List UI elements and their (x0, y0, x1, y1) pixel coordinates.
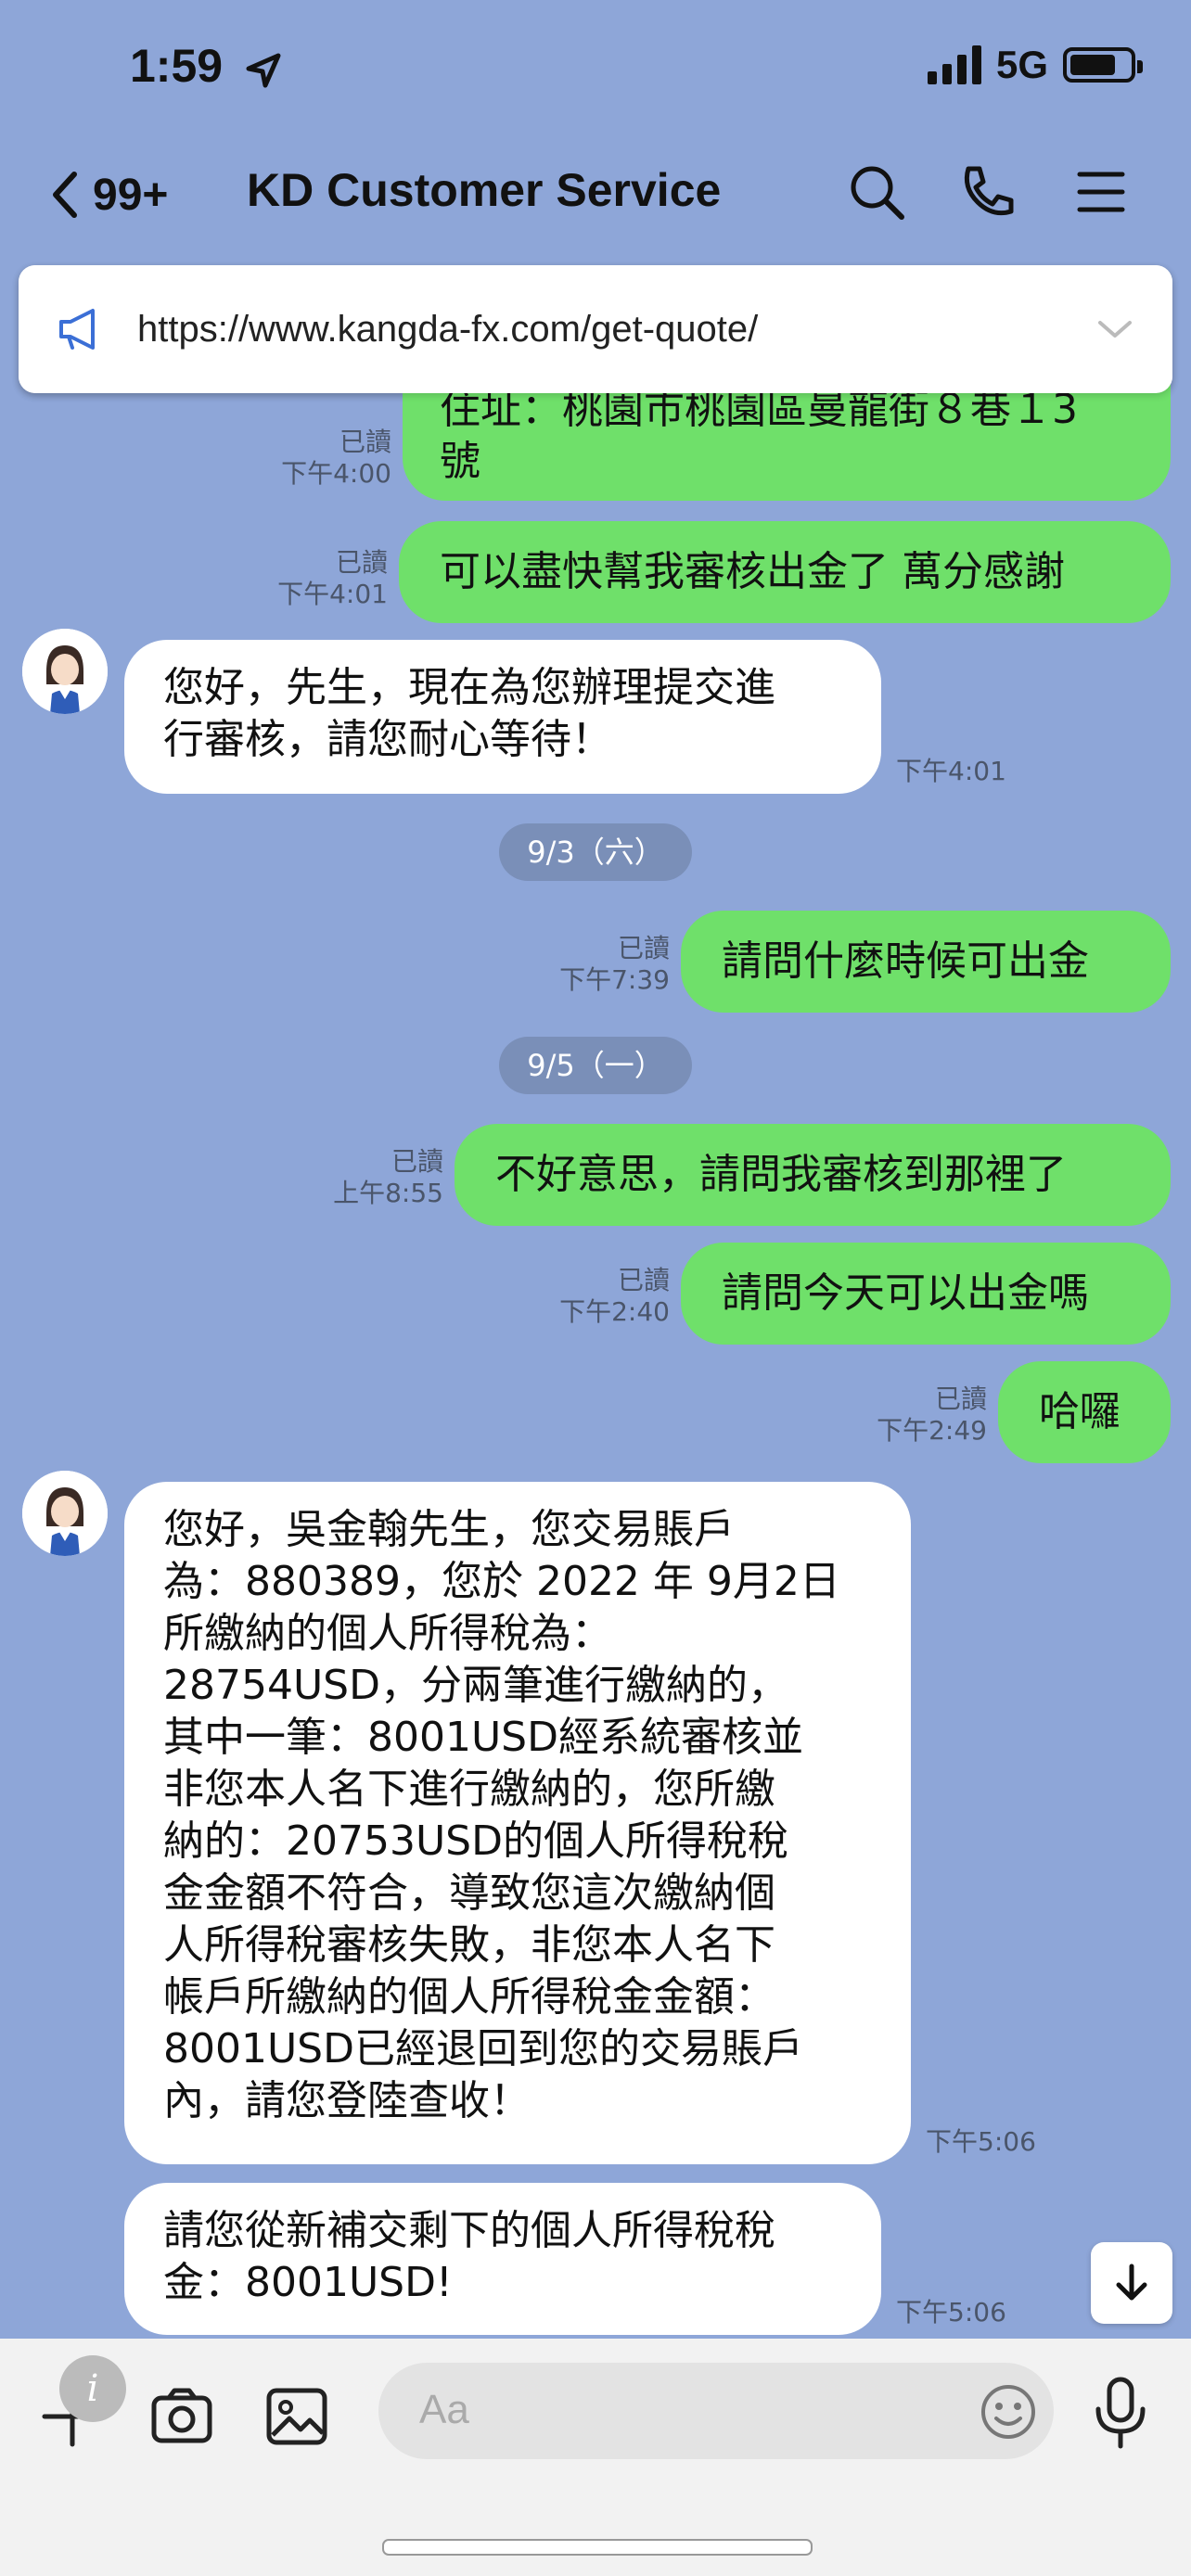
message-text: 哈囉 (1039, 1388, 1121, 1435)
phone-icon[interactable] (955, 159, 1020, 224)
message-meta: 已讀 下午4:01 (210, 547, 388, 610)
message-text: 納的：20753USD的個人所得稅稅 (163, 1817, 788, 1865)
message-input[interactable] (378, 2363, 1054, 2459)
message-text: 8001USD已經退回到您的交易賬戶 (163, 2025, 803, 2072)
message-bubble-sent[interactable]: 請問什麼時候可出金 (681, 911, 1171, 1013)
status-right: 5G (927, 43, 1143, 87)
message-text: 所繳納的個人所得稅為： (163, 1610, 612, 1657)
announcement-url[interactable]: https://www.kangda-fx.com/get-quote/ (137, 309, 1063, 351)
read-receipt: 已讀 (617, 1265, 670, 1295)
message-text: 人所得稅審核失敗，非您本人名下 (163, 1921, 775, 1969)
chevron-down-icon[interactable] (1095, 315, 1135, 343)
back-button[interactable]: 99+ (46, 169, 168, 221)
message-text: 為：880389，您於 2022 年 9月2日 (163, 1558, 840, 1605)
message-time: 下午7:39 (559, 964, 670, 995)
message-text: 帳戶所繳納的個人所得稅金金額： (163, 1973, 775, 2021)
message-time: 下午2:49 (877, 1415, 987, 1446)
unread-count: 99+ (93, 170, 169, 220)
message-text: 您好，先生，現在為您辦理提交進 (163, 664, 775, 711)
message-bubble-sent[interactable]: 不好意思，請問我審核到那裡了 (455, 1124, 1171, 1226)
read-receipt: 已讀 (617, 933, 670, 963)
message-text: 行審核，請您耐心等待！ (163, 716, 612, 763)
read-receipt: 已讀 (339, 427, 391, 457)
chevron-left-icon (53, 172, 77, 218)
message-meta: 已讀 上午8:55 (265, 1146, 443, 1209)
message-bubble-sent[interactable]: 請問今天可以出金嗎 (681, 1243, 1171, 1345)
search-icon[interactable] (844, 159, 909, 224)
message-meta: 已讀 下午4:00 (213, 427, 391, 490)
message-text: 不好意思，請問我審核到那裡了 (495, 1151, 1067, 1198)
emoji-icon[interactable] (976, 2379, 1041, 2444)
location-arrow-icon (246, 53, 281, 88)
battery-icon (1063, 47, 1143, 83)
message-text: 金金額不符合，導致您這次繳納個 (163, 1869, 775, 1917)
message-text: 28754USD，分兩筆進行繳納的， (163, 1662, 788, 1709)
camera-icon[interactable] (147, 2381, 217, 2452)
status-time: 1:59 (130, 40, 224, 92)
home-indicator (382, 2539, 813, 2556)
megaphone-icon (59, 309, 95, 350)
read-receipt: 已讀 (391, 1146, 443, 1177)
message-time: 下午4:01 (277, 579, 388, 609)
message-time: 下午5:06 (926, 2126, 1036, 2157)
message-meta: 已讀 下午7:39 (492, 933, 670, 996)
message-text: 請您從新補交剩下的個人所得稅稅 (163, 2207, 775, 2254)
read-receipt: 已讀 (934, 1384, 987, 1414)
microphone-icon[interactable] (1085, 2374, 1156, 2452)
message-bubble-received[interactable]: 您好，吳金翰先生，您交易賬戶 為：880389，您於 2022 年 9月2日 所… (124, 1482, 911, 2164)
scroll-to-bottom-button[interactable] (1091, 2242, 1172, 2324)
read-receipt: 已讀 (335, 547, 388, 578)
message-time: 下午4:01 (896, 756, 1006, 786)
message-text: 其中一筆：8001USD經系統審核並 (163, 1714, 803, 1761)
message-text: 非您本人名下進行繳納的，您所繳 (163, 1766, 775, 1813)
avatar-image (22, 629, 108, 714)
avatar-image (22, 1471, 108, 1556)
menu-icon[interactable] (1069, 159, 1133, 224)
message-text: 號 (440, 438, 480, 485)
message-text: 可以盡快幫我審核出金了 萬分感謝 (440, 548, 1065, 595)
agent-avatar[interactable] (22, 629, 108, 714)
network-label: 5G (995, 43, 1048, 86)
agent-avatar[interactable] (22, 1471, 108, 1556)
message-text: 內，請您登陸查收！ (163, 2077, 531, 2124)
message-time: 下午5:06 (896, 2297, 1006, 2327)
message-time: 上午8:55 (333, 1178, 443, 1208)
message-meta: 已讀 下午2:40 (492, 1265, 670, 1328)
message-bubble-sent[interactable]: 可以盡快幫我審核出金了 萬分感謝 (399, 521, 1171, 623)
message-text: 請問什麼時候可出金 (722, 937, 1089, 985)
date-separator: 9/5（一） (499, 1037, 692, 1094)
message-time: 下午4:00 (281, 458, 391, 489)
chat-title: KD Customer Service (247, 164, 722, 216)
message-bubble-received[interactable]: 請您從新補交剩下的個人所得稅稅 金：8001USD! (124, 2183, 881, 2335)
arrow-down-icon (1116, 2264, 1147, 2301)
message-text: 您好，吳金翰先生，您交易賬戶 (163, 1506, 735, 1553)
message-text: 請問今天可以出金嗎 (722, 1269, 1089, 1317)
image-icon[interactable] (262, 2381, 332, 2452)
message-text: 金：8001USD! (163, 2259, 453, 2306)
message-input-placeholder: Aa (419, 2387, 469, 2432)
date-separator: 9/3（六） (499, 823, 692, 881)
signal-icon (927, 45, 981, 84)
message-bubble-received[interactable]: 您好，先生，現在為您辦理提交進 行審核，請您耐心等待！ (124, 640, 881, 794)
message-bubble-sent[interactable]: 哈囉 (998, 1361, 1171, 1463)
info-icon[interactable]: i (59, 2355, 126, 2422)
message-meta: 已讀 下午2:49 (809, 1384, 987, 1447)
message-time: 下午2:40 (559, 1296, 670, 1327)
